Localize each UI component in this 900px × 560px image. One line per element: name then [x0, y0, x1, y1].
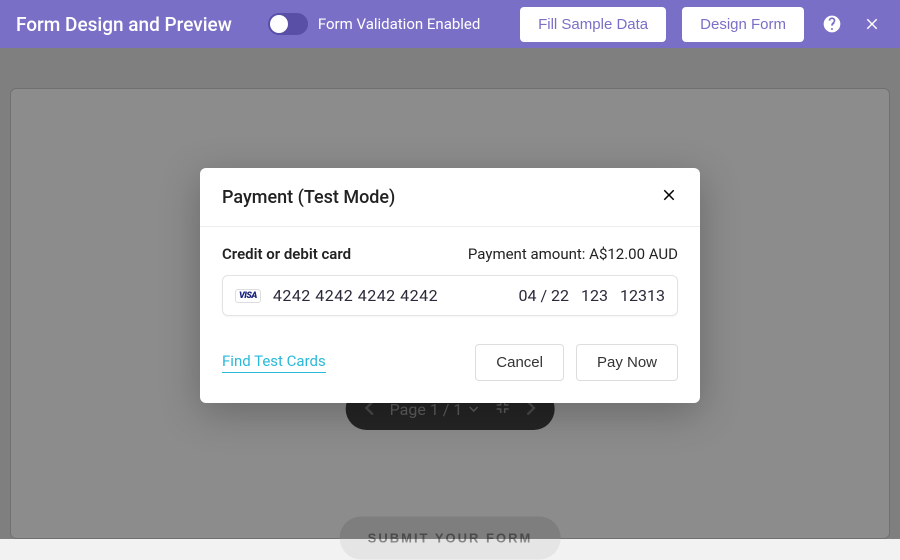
validation-toggle-wrap: Form Validation Enabled [268, 13, 481, 35]
payment-modal: Payment (Test Mode) Credit or debit card… [200, 168, 700, 403]
field-header-row: Credit or debit card Payment amount: A$1… [222, 245, 678, 263]
card-field-label: Credit or debit card [222, 245, 351, 263]
card-postal-value: 12313 [620, 286, 665, 305]
find-test-cards-link[interactable]: Find Test Cards [222, 352, 326, 373]
modal-title: Payment (Test Mode) [222, 187, 395, 208]
card-input[interactable]: VISA 4242 4242 4242 4242 04 / 22 123 123… [222, 275, 678, 316]
validation-toggle-label: Form Validation Enabled [318, 15, 481, 33]
fill-sample-data-button[interactable]: Fill Sample Data [520, 7, 666, 42]
modal-footer: Find Test Cards Cancel Pay Now [222, 344, 678, 381]
help-icon[interactable] [820, 12, 844, 36]
modal-header: Payment (Test Mode) [200, 168, 700, 226]
validation-toggle[interactable] [268, 13, 308, 35]
modal-body: Credit or debit card Payment amount: A$1… [200, 227, 700, 403]
design-form-button[interactable]: Design Form [682, 7, 804, 42]
modal-close-icon[interactable] [660, 186, 678, 208]
page-title: Form Design and Preview [16, 13, 232, 36]
payment-amount: Payment amount: A$12.00 AUD [468, 245, 678, 263]
cancel-button[interactable]: Cancel [475, 344, 564, 381]
card-expiry-value: 04 / 22 [519, 286, 570, 305]
card-number-value: 4242 4242 4242 4242 [273, 286, 507, 305]
card-cvc-value: 123 [581, 286, 608, 305]
card-brand-icon: VISA [235, 289, 261, 303]
toggle-knob [270, 15, 288, 33]
top-toolbar: Form Design and Preview Form Validation … [0, 0, 900, 48]
close-icon[interactable] [860, 12, 884, 36]
pay-now-button[interactable]: Pay Now [576, 344, 678, 381]
